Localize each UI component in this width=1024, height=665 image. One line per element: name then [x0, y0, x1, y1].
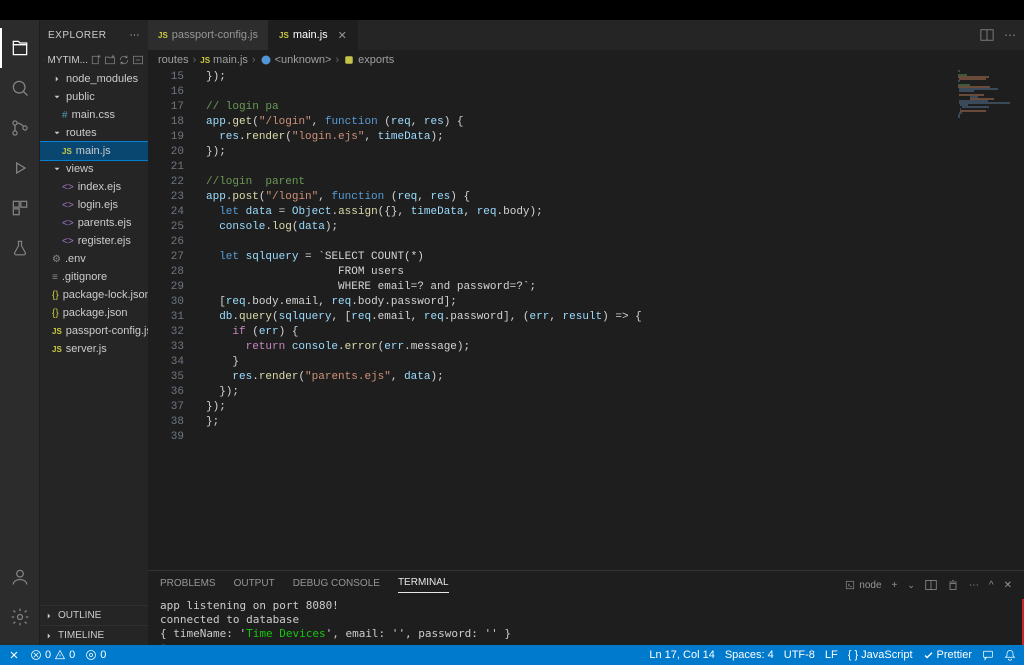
tree-item-server-js[interactable]: JSserver.js: [40, 340, 148, 358]
explorer-sidebar: EXPLORER ⋯ MYTIM... node_modulespublic#m…: [40, 20, 148, 645]
terminal-output[interactable]: app listening on port 8080!connected to …: [148, 599, 1024, 645]
tree-item-package-json[interactable]: {}package.json: [40, 304, 148, 322]
collapse-icon[interactable]: [132, 54, 144, 66]
more-icon[interactable]: ⋯: [130, 30, 141, 41]
activity-bar: [0, 20, 40, 645]
tree-item-main-css[interactable]: #main.css: [40, 106, 148, 124]
terminal-dropdown-icon[interactable]: ⌄: [907, 580, 915, 591]
code-content[interactable]: }); // login paapp.get("/login", functio…: [198, 70, 954, 570]
bottom-panel: PROBLEMS OUTPUT DEBUG CONSOLE TERMINAL n…: [148, 570, 1024, 645]
workspace-name: MYTIM...: [47, 55, 88, 66]
explorer-title: EXPLORER: [48, 30, 106, 41]
cursor-position[interactable]: Ln 17, Col 14: [649, 649, 714, 661]
tree-item-passport-config-js[interactable]: JSpassport-config.js: [40, 322, 148, 340]
tree-item-node_modules[interactable]: node_modules: [40, 70, 148, 88]
explorer-icon[interactable]: [0, 28, 40, 68]
tree-item-parents-ejs[interactable]: <>parents.ejs: [40, 214, 148, 232]
panel-tab-terminal[interactable]: TERMINAL: [398, 577, 449, 593]
language-mode[interactable]: { } JavaScript: [848, 649, 913, 661]
minimap[interactable]: [954, 70, 1024, 570]
outline-section[interactable]: OUTLINE: [40, 605, 148, 625]
breadcrumb[interactable]: routes › JS main.js › <unknown> › export…: [148, 50, 1024, 70]
settings-gear-icon[interactable]: [0, 597, 40, 637]
tree-item-public[interactable]: public: [40, 88, 148, 106]
timeline-label: TIMELINE: [58, 630, 104, 641]
tree-item-index-ejs[interactable]: <>index.ejs: [40, 178, 148, 196]
panel-tab-problems[interactable]: PROBLEMS: [160, 578, 216, 593]
split-terminal-icon[interactable]: [925, 579, 937, 591]
terminal-type[interactable]: node: [845, 580, 881, 591]
panel-tab-debug[interactable]: DEBUG CONSOLE: [293, 578, 380, 593]
tree-item-views[interactable]: views: [40, 160, 148, 178]
title-bar: [0, 0, 1024, 20]
crumb-unknown[interactable]: <unknown>: [275, 54, 332, 66]
indentation[interactable]: Spaces: 4: [725, 649, 774, 661]
tree-item-main-js[interactable]: JSmain.js: [40, 142, 148, 160]
remote-indicator[interactable]: [8, 649, 20, 661]
file-tree: node_modulespublic#main.cssroutesJSmain.…: [40, 70, 148, 358]
kill-terminal-icon[interactable]: [947, 579, 959, 591]
tree-item-package-lock-json[interactable]: {}package-lock.json: [40, 286, 148, 304]
workspace-header[interactable]: MYTIM...: [40, 50, 148, 70]
panel-more-icon[interactable]: ⋯: [969, 580, 979, 591]
tree-item-login-ejs[interactable]: <>login.ejs: [40, 196, 148, 214]
flask-icon[interactable]: [0, 228, 40, 268]
tree-item--gitignore[interactable]: ≡.gitignore: [40, 268, 148, 286]
crumb-file[interactable]: main.js: [213, 54, 248, 66]
tree-item--env[interactable]: ⚙.env: [40, 250, 148, 268]
formatter[interactable]: Prettier: [923, 649, 972, 661]
source-control-icon[interactable]: [0, 108, 40, 148]
status-bar: 0 0 0 Ln 17, Col 14 Spaces: 4 UTF-8 LF {…: [0, 645, 1024, 665]
search-icon[interactable]: [0, 68, 40, 108]
crumb-exports[interactable]: exports: [358, 54, 394, 66]
notifications-icon[interactable]: [1004, 649, 1016, 661]
new-file-icon[interactable]: [90, 54, 102, 66]
tab-main-js[interactable]: JSmain.js✕: [269, 20, 358, 50]
tab-passport-config-js[interactable]: JSpassport-config.js: [148, 20, 269, 50]
feedback-icon[interactable]: [982, 649, 994, 661]
new-folder-icon[interactable]: [104, 54, 116, 66]
refresh-icon[interactable]: [118, 54, 130, 66]
timeline-section[interactable]: TIMELINE: [40, 625, 148, 645]
debug-icon[interactable]: [0, 148, 40, 188]
code-editor[interactable]: 1516171819202122232425262728293031323334…: [148, 70, 1024, 570]
tree-item-register-ejs[interactable]: <>register.ejs: [40, 232, 148, 250]
crumb-routes[interactable]: routes: [158, 54, 189, 66]
tree-item-routes[interactable]: routes: [40, 124, 148, 142]
editor-tabs: JSpassport-config.jsJSmain.js✕ ⋯: [148, 20, 1024, 50]
extensions-icon[interactable]: [0, 188, 40, 228]
account-icon[interactable]: [0, 557, 40, 597]
split-editor-icon[interactable]: [980, 28, 994, 42]
line-numbers: 1516171819202122232425262728293031323334…: [148, 70, 198, 570]
close-icon[interactable]: ✕: [338, 29, 347, 42]
encoding[interactable]: UTF-8: [784, 649, 815, 661]
panel-maximize-icon[interactable]: ^: [989, 580, 994, 591]
errors-warnings[interactable]: 0 0: [30, 649, 75, 661]
port-forward[interactable]: 0: [85, 649, 106, 661]
eol[interactable]: LF: [825, 649, 838, 661]
new-terminal-icon[interactable]: +: [892, 580, 898, 591]
tab-more-icon[interactable]: ⋯: [1004, 28, 1016, 42]
panel-close-icon[interactable]: ✕: [1004, 580, 1012, 591]
outline-label: OUTLINE: [58, 610, 101, 621]
panel-tab-output[interactable]: OUTPUT: [234, 578, 275, 593]
